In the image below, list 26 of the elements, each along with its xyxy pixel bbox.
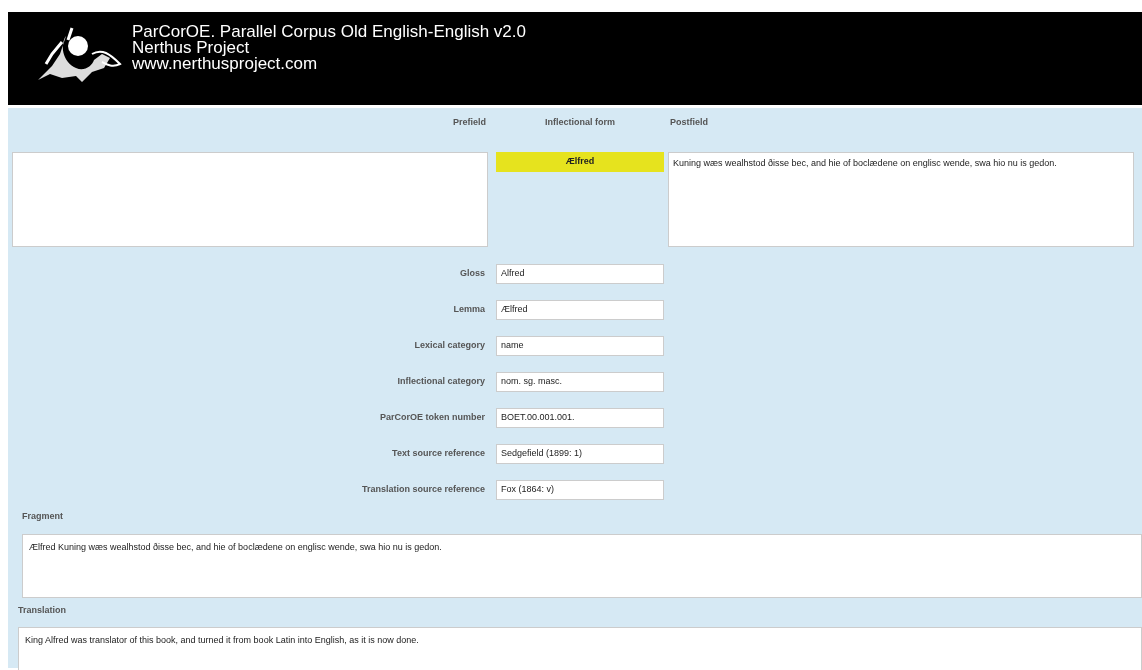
field-label: Gloss (459, 267, 486, 281)
column-header: Inflectional form (544, 116, 616, 126)
fragment-box: Ælfred Kuning wæs wealhstod ðisse bec, and hie of boclædene on englisc wende, swa hio nu is gedon. (22, 533, 1142, 598)
translation-box: King Alfred was translator of this book, and turned it from book Latin into English, as it is now done. (18, 627, 1142, 670)
site-url: www.nerthusproject.com (132, 56, 319, 72)
field-label: Translation source reference (360, 483, 486, 497)
translation-label: Translation (18, 603, 67, 617)
input-field[interactable]: Sedgefield (1899: 1) (496, 444, 664, 464)
input-field[interactable]: Alfred (496, 264, 664, 284)
fragment-label: Fragment (22, 510, 64, 523)
input-field[interactable]: nom. sg. masc. (496, 372, 664, 392)
postfield-box: Kuning wæs wealhstod ðisse bec, and hie of boclædene on englisc wende, swa hio nu is gedon. (668, 152, 1134, 247)
field-label: Lemma (452, 303, 486, 317)
site-subtitle: Nerthus Project (132, 40, 251, 56)
input-field[interactable]: name (496, 336, 664, 356)
input-field[interactable]: Fox (1864: v) (496, 480, 664, 500)
input-field[interactable]: BOET.00.001.001. (496, 408, 664, 428)
input-field[interactable]: Ælfred (496, 300, 664, 320)
field-label: Lexical category (413, 339, 486, 353)
column-header: Prefield (452, 116, 487, 126)
field-label: ParCorOE token number (378, 411, 486, 425)
field-label: Text source reference (391, 447, 486, 461)
inflectional-form-cell: Ælfred (496, 152, 664, 172)
field-label: Inflectional category (396, 375, 486, 389)
column-header: Postfield (669, 116, 709, 126)
site-title: ParCorOE. Parallel Corpus Old English-English v2.0 (132, 24, 526, 40)
